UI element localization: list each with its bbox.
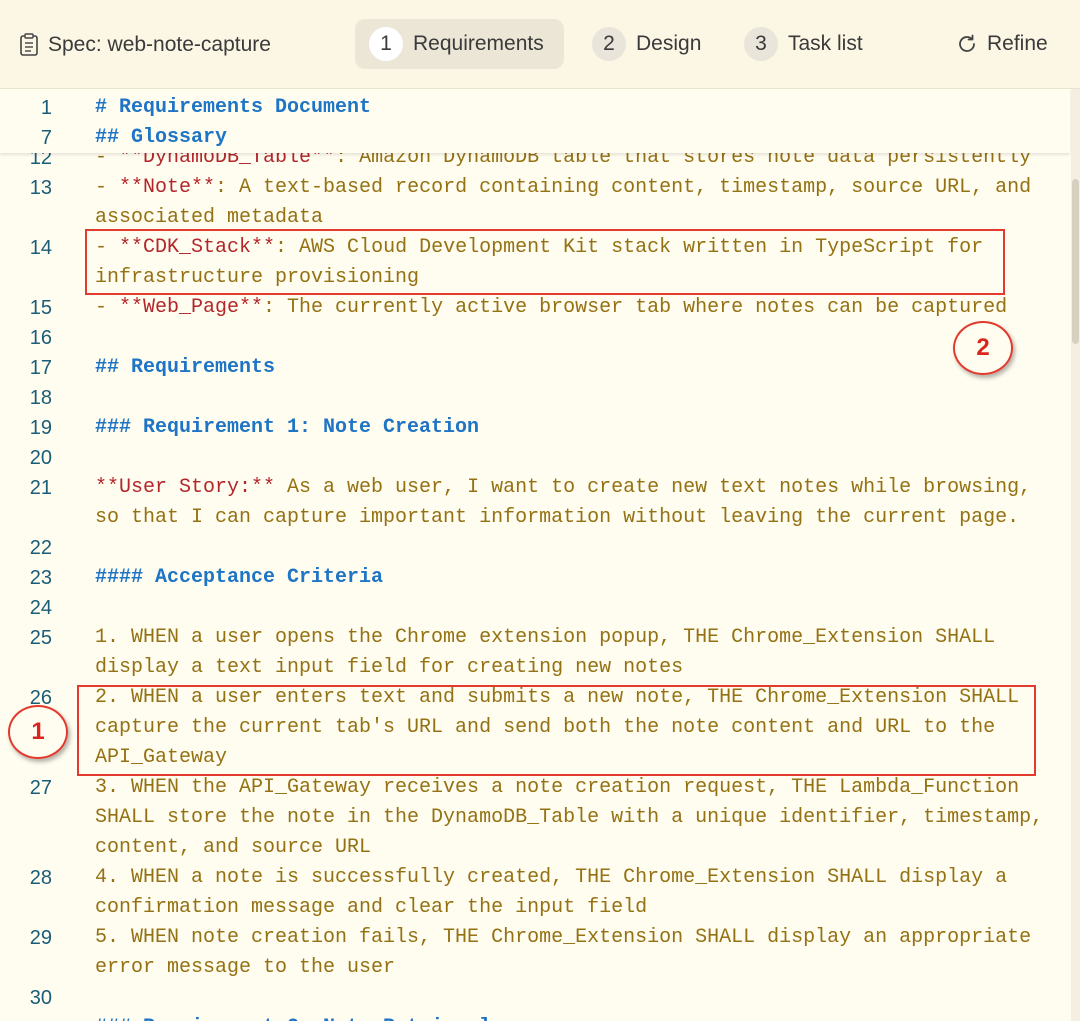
line-text: error message to the user [95,956,396,979]
tab-number: 1 [369,27,403,61]
code-line[interactable]: 20 [0,443,1070,473]
highlight-box-criteria-2 [77,685,1036,776]
line-number: 21 [29,477,52,499]
line-number: 25 [29,627,52,649]
line-text: 5. WHEN note creation fails, THE Chrome_… [95,926,1032,949]
line-number: 28 [29,867,52,889]
code-line-wrap[interactable]: SHALL store the note in the DynamoDB_Tab… [0,803,1070,833]
line-text: display a text input field for creating … [95,656,684,679]
line-text: content, and source URL [95,836,372,859]
line-number: 23 [29,567,52,589]
line-number: 19 [29,417,52,439]
line-number: 7 [40,127,52,149]
line-number: 22 [29,537,52,559]
tab-label: Task list [788,32,863,55]
line-text: **User Story:** As a web user, I want to… [95,476,1032,499]
line-number: 13 [29,177,52,199]
code-line-wrap[interactable]: so that I can capture important informat… [0,503,1070,533]
line-number: 17 [29,357,52,379]
line-number: 18 [29,387,52,409]
callout-marker-2: 2 [953,321,1013,375]
line-text: #### Acceptance Criteria [95,566,384,589]
tab-number: 3 [744,27,778,61]
document-icon [20,33,38,56]
code-line[interactable]: 24 [0,593,1070,623]
refine-button[interactable]: Refine [955,26,1048,62]
code-line[interactable]: 18 [0,383,1070,413]
code-line[interactable]: 22 [0,533,1070,563]
code-line[interactable]: 29 5. WHEN note creation fails, THE Chro… [0,923,1070,953]
code-line[interactable]: 23 #### Acceptance Criteria [0,563,1070,593]
code-line[interactable]: 28 4. WHEN a note is successfully create… [0,863,1070,893]
tab-number: 2 [592,27,626,61]
line-number: 29 [29,927,52,949]
tab-label: Design [636,32,702,55]
line-number: 14 [29,237,52,259]
code-line[interactable]: 21 **User Story:** As a web user, I want… [0,473,1070,503]
code-line[interactable]: 25 1. WHEN a user opens the Chrome exten… [0,623,1070,653]
sticky-line[interactable]: 1 # Requirements Document [0,93,1070,123]
sticky-line[interactable]: 7 ## Glossary [0,123,1070,153]
tab-design[interactable]: 2 Design [578,19,718,69]
scrollbar-thumb[interactable] [1072,179,1079,344]
line-text: 3. WHEN the API_Gateway receives a note … [95,776,1020,799]
line-text: 4. WHEN a note is successfully created, … [95,866,1008,889]
vertical-scrollbar[interactable] [1071,89,1080,1021]
line-text: ## Requirements [95,356,276,379]
tab-task-list[interactable]: 3 Task list [730,19,885,69]
line-text: # Requirements Document [95,96,372,119]
line-number: 24 [29,597,52,619]
line-text: - **Web_Page**: The currently active bro… [95,296,1008,319]
sticky-headers: 1 # Requirements Document 7 ## Glossary [0,89,1070,153]
callout-marker-1: 1 [8,705,68,759]
code-line[interactable]: 30 [0,983,1070,1013]
code-line[interactable]: 15 - **Web_Page**: The currently active … [0,293,1070,323]
tab-label: Requirements [413,32,544,55]
line-text: confirmation message and clear the input… [95,896,648,919]
code-line-wrap[interactable]: display a text input field for creating … [0,653,1070,683]
code-line-wrap[interactable]: content, and source URL [0,833,1070,863]
line-text: SHALL store the note in the DynamoDB_Tab… [95,806,1044,829]
line-text: ## Glossary [95,126,228,149]
line-text: ### Requirement 1: Note Creation [95,416,480,439]
line-number: 20 [29,447,52,469]
line-text: so that I can capture important informat… [95,506,1020,529]
line-number: 15 [29,297,52,319]
line-text: - **Note**: A text-based record containi… [95,176,1032,199]
spec-title: Spec: web-note-capture [18,30,271,60]
spec-title-text: Spec: web-note-capture [48,33,271,56]
code-line[interactable]: 13 - **Note**: A text-based record conta… [0,173,1070,203]
line-number: 1 [40,97,52,119]
spec-header: Spec: web-note-capture 1 Requirements 2 … [0,0,1080,89]
line-text: 1. WHEN a user opens the Chrome extensio… [95,626,996,649]
code-line[interactable]: 27 3. WHEN the API_Gateway receives a no… [0,773,1070,803]
refresh-icon [959,34,975,52]
tab-requirements[interactable]: 1 Requirements [355,19,564,69]
code-line-wrap[interactable]: confirmation message and clear the input… [0,893,1070,923]
code-line[interactable]: 16 [0,323,1070,353]
code-line-wrap[interactable]: error message to the user [0,953,1070,983]
line-number: 30 [29,987,52,1009]
line-number: 27 [29,777,52,799]
line-text: ### Requirement 2: Note Retrieval [95,1013,491,1021]
code-line[interactable]: ### Requirement 2: Note Retrieval [0,1013,1070,1021]
line-number: 16 [29,327,52,349]
refine-label: Refine [987,32,1048,55]
code-line[interactable]: 19 ### Requirement 1: Note Creation [0,413,1070,443]
highlight-box-cdk-stack [85,229,1005,295]
code-line[interactable]: 17 ## Requirements [0,353,1070,383]
